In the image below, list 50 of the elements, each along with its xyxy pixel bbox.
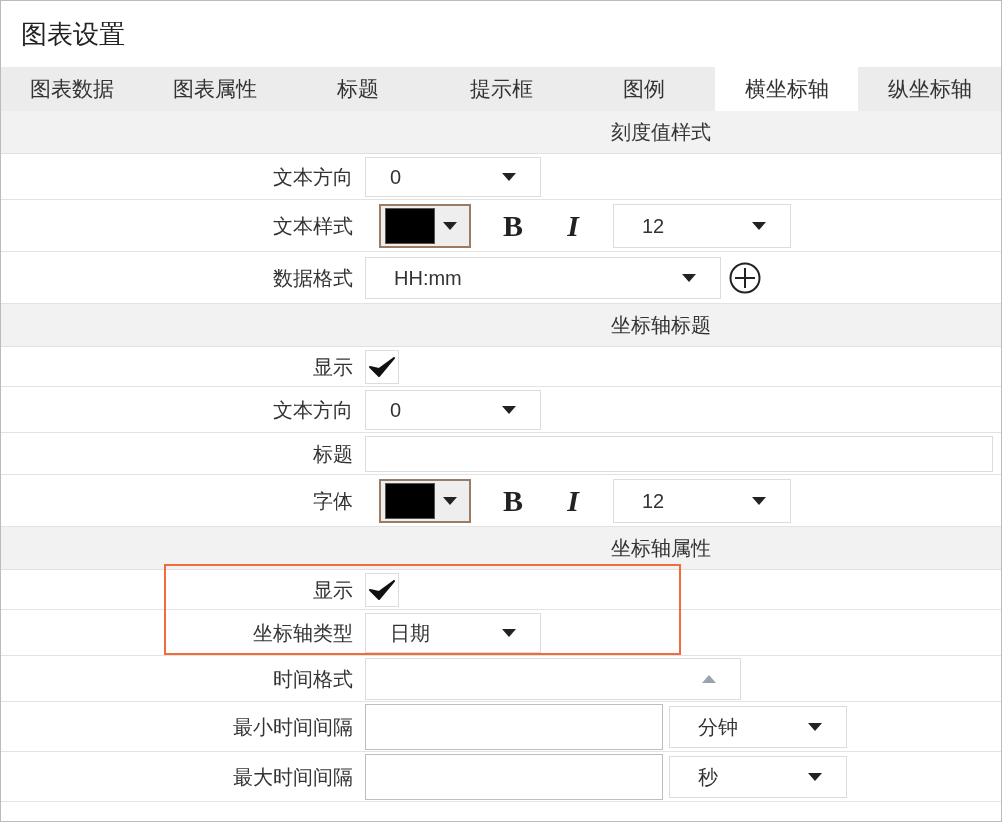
caret-icon <box>808 772 822 781</box>
field-label: 字体 <box>313 488 353 514</box>
caret-icon <box>502 628 516 637</box>
field-label: 时间格式 <box>273 666 353 692</box>
field-label: 标题 <box>313 441 353 467</box>
bold-button[interactable]: B <box>493 478 533 523</box>
input-field[interactable] <box>365 703 663 750</box>
caret-icon <box>702 674 716 683</box>
tab[interactable]: 横坐标轴 <box>715 67 859 111</box>
section-header: 刻度值样式 <box>1 111 1001 154</box>
caret-icon <box>752 221 766 230</box>
unit-dropdown[interactable]: 秒 <box>669 755 847 798</box>
bold-button[interactable]: B <box>493 203 533 248</box>
check-icon <box>369 355 395 378</box>
caret-icon <box>752 496 766 505</box>
field-label: 坐标轴类型 <box>253 620 353 646</box>
field-label: 文本方向 <box>273 397 353 423</box>
window-title: 图表设置 <box>21 17 125 51</box>
field-label: 最小时间间隔 <box>233 714 353 740</box>
checkbox[interactable] <box>365 349 399 384</box>
font-size-dropdown[interactable]: 12 <box>613 478 791 523</box>
color-picker[interactable] <box>379 203 471 248</box>
italic-button[interactable]: I <box>553 203 593 248</box>
italic-button[interactable]: I <box>553 478 593 523</box>
field-label: 文本样式 <box>273 213 353 239</box>
field-label: 数据格式 <box>273 265 353 291</box>
field-label: 最大时间间隔 <box>233 764 353 790</box>
section-header: 坐标轴属性 <box>1 527 1001 570</box>
input-field[interactable] <box>365 435 993 472</box>
font-size-dropdown[interactable]: 12 <box>613 203 791 248</box>
caret-icon <box>682 273 696 282</box>
field-label: 文本方向 <box>273 164 353 190</box>
caret-icon <box>443 496 457 505</box>
dropdown[interactable]: 0 <box>365 156 541 197</box>
add-icon[interactable] <box>729 261 761 294</box>
dropdown[interactable]: 0 <box>365 389 541 430</box>
dropdown[interactable]: HH:mm <box>365 256 721 299</box>
check-icon <box>369 578 395 601</box>
field-label: 显示 <box>313 577 353 603</box>
field-label: 显示 <box>313 354 353 380</box>
unit-dropdown[interactable]: 分钟 <box>669 705 847 748</box>
color-picker[interactable] <box>379 478 471 523</box>
caret-icon <box>443 221 457 230</box>
caret-icon <box>502 172 516 181</box>
caret-icon <box>502 405 516 414</box>
dropdown[interactable]: 日期 <box>365 612 541 653</box>
section-header: 坐标轴标题 <box>1 304 1001 347</box>
checkbox[interactable] <box>365 572 399 607</box>
caret-icon <box>808 722 822 731</box>
input-field[interactable] <box>365 753 663 800</box>
